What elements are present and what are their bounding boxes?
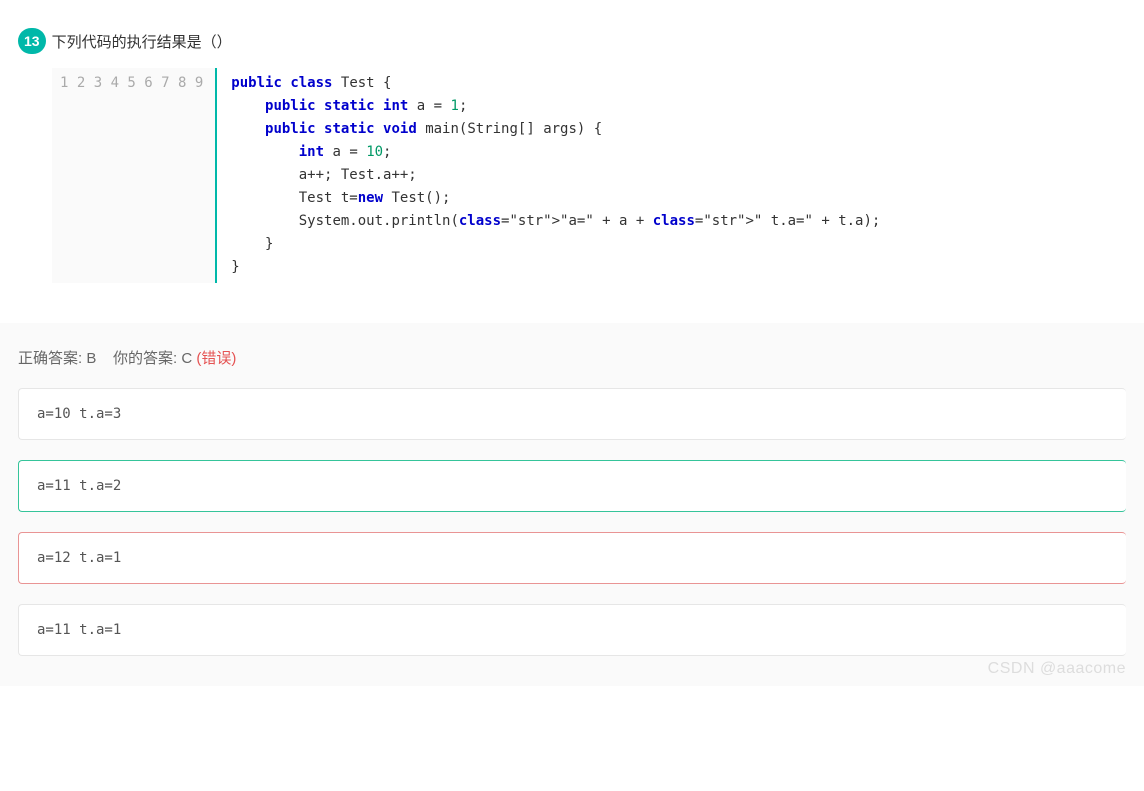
- option-c[interactable]: a=12 t.a=1: [18, 532, 1126, 584]
- question-section: 13 下列代码的执行结果是（） 1 2 3 4 5 6 7 8 9 public…: [0, 0, 1144, 323]
- question-text: 下列代码的执行结果是（）: [52, 31, 232, 52]
- your-answer-label: 你的答案: C: [113, 350, 192, 367]
- answer-section: 正确答案: B 你的答案: C (错误) a=10 t.a=3 a=11 t.a=…: [0, 323, 1144, 686]
- answer-header: 正确答案: B 你的答案: C (错误): [18, 347, 1126, 368]
- question-header: 13 下列代码的执行结果是（）: [18, 28, 1126, 54]
- wrong-indicator: (错误): [196, 350, 236, 367]
- correct-answer-label: 正确答案: B: [18, 350, 96, 367]
- code-container: 1 2 3 4 5 6 7 8 9 public class Test { pu…: [52, 68, 1126, 283]
- option-a[interactable]: a=10 t.a=3: [18, 388, 1126, 440]
- line-numbers: 1 2 3 4 5 6 7 8 9: [52, 68, 217, 283]
- options-list: a=10 t.a=3 a=11 t.a=2 a=12 t.a=1 a=11 t.a=1: [18, 388, 1126, 656]
- question-number-badge: 13: [18, 28, 46, 54]
- option-b[interactable]: a=11 t.a=2: [18, 460, 1126, 512]
- watermark: CSDN @aaacome: [988, 660, 1126, 678]
- option-d[interactable]: a=11 t.a=1: [18, 604, 1126, 656]
- code-block: public class Test { public static int a …: [217, 68, 894, 283]
